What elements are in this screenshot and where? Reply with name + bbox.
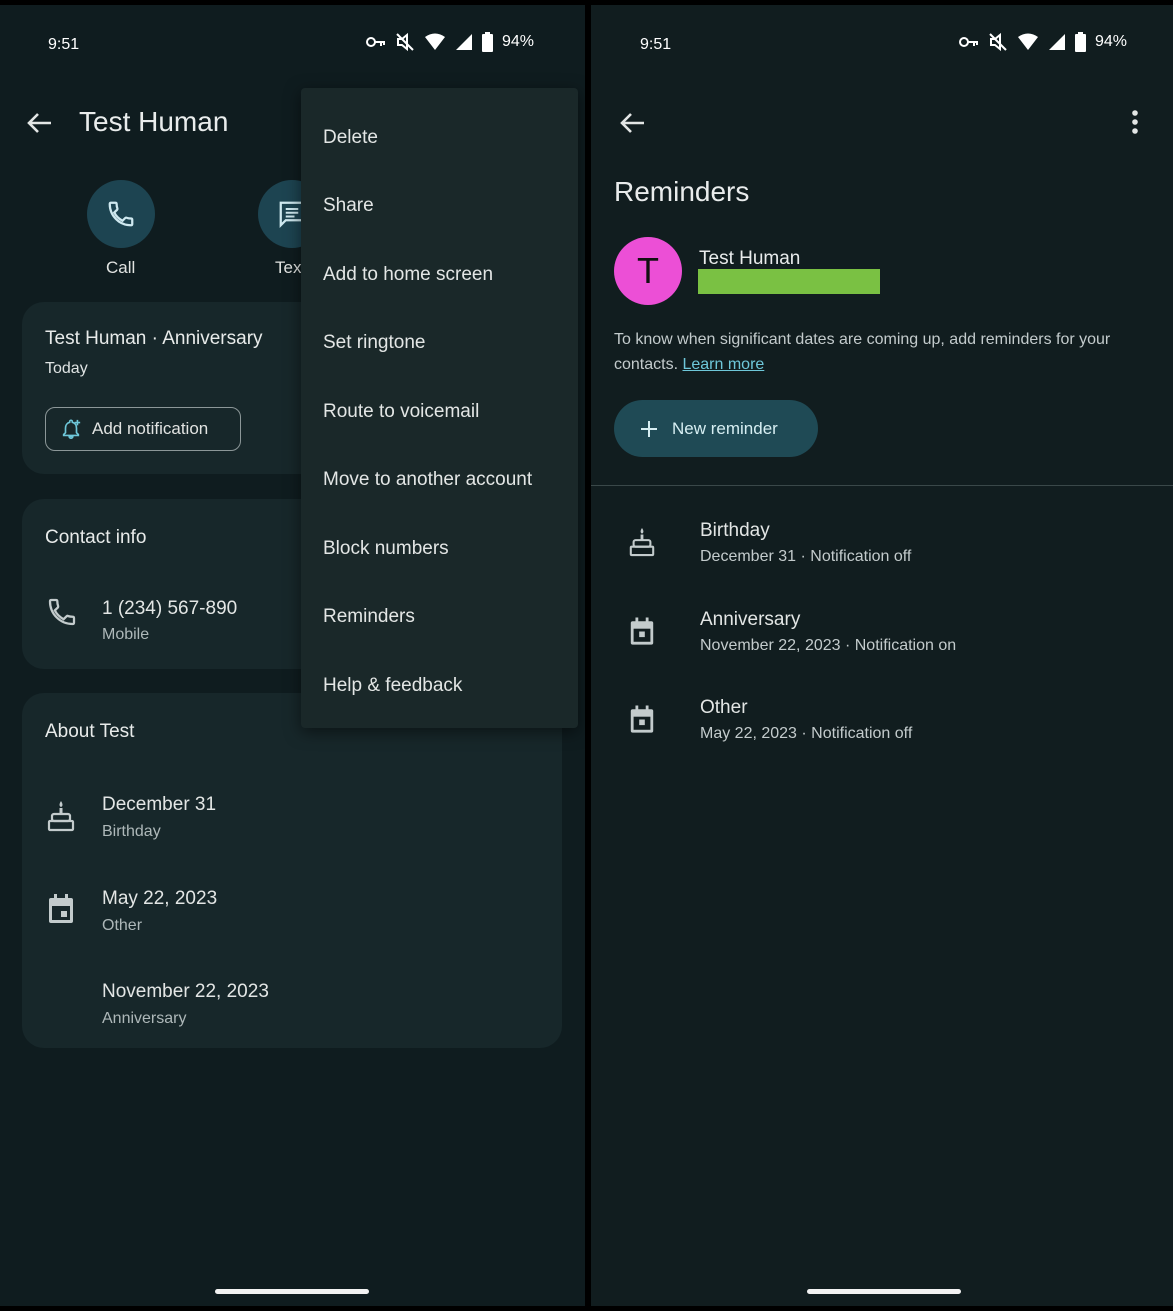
battery-icon: [482, 32, 493, 52]
mute-icon: [989, 32, 1007, 52]
signal-icon: [456, 34, 472, 50]
overflow-menu: Delete Share Add to home screen Set ring…: [301, 88, 578, 728]
divider: [591, 485, 1173, 486]
menu-item-share[interactable]: Share: [323, 195, 374, 217]
reminder-title[interactable]: Birthday: [700, 520, 770, 542]
menu-item-delete[interactable]: Delete: [323, 127, 378, 149]
home-indicator[interactable]: [807, 1289, 961, 1294]
phone-icon: [46, 596, 78, 628]
home-indicator[interactable]: [215, 1289, 369, 1294]
battery-percent: 94%: [502, 33, 535, 50]
phone-type: Mobile: [102, 626, 150, 643]
menu-item-set-ringtone[interactable]: Set ringtone: [323, 332, 425, 354]
about-row-date: November 22, 2023: [102, 981, 269, 1002]
contact-name: Test Human: [699, 248, 801, 269]
avatar: T: [614, 237, 682, 305]
reminder-title[interactable]: Other: [700, 697, 748, 719]
battery-percent: 94%: [1095, 33, 1128, 50]
new-reminder-button[interactable]: New reminder: [614, 400, 818, 457]
back-arrow-icon[interactable]: [25, 109, 53, 137]
contact-name-title: Test Human: [79, 106, 229, 137]
more-vert-icon[interactable]: [1131, 109, 1139, 135]
status-icons: 94%: [366, 31, 534, 53]
wifi-icon: [1018, 33, 1038, 50]
about-row-date: May 22, 2023: [102, 888, 218, 909]
status-icons: 94%: [959, 31, 1127, 53]
call-label: Call: [106, 258, 136, 277]
reminder-subtitle: November 22, 2023 · Notification on: [700, 637, 957, 654]
menu-item-block-numbers[interactable]: Block numbers: [323, 538, 449, 560]
phone-icon: [108, 201, 134, 227]
status-time: 9:51: [640, 36, 672, 53]
event-date: Today: [45, 360, 88, 377]
add-notification-button[interactable]: Add notification: [45, 407, 241, 451]
back-arrow-icon[interactable]: [618, 109, 646, 137]
about-row-type: Other: [102, 917, 143, 934]
about-card: About Test December 31 Birthday May 22, …: [22, 693, 562, 1048]
plus-icon: [641, 420, 657, 437]
page-title: Reminders: [614, 176, 750, 207]
reminder-subtitle: May 22, 2023 · Notification off: [700, 725, 913, 742]
cake-icon: [46, 799, 76, 833]
event-icon: [46, 893, 76, 925]
about-row-date: December 31: [102, 794, 217, 815]
reminder-title[interactable]: Anniversary: [700, 609, 800, 631]
wifi-icon: [425, 33, 445, 50]
info-text: To know when significant dates are comin…: [614, 327, 1159, 377]
avatar-initial: T: [637, 250, 659, 291]
menu-item-add-to-home-screen[interactable]: Add to home screen: [323, 264, 493, 286]
redaction-bar: [698, 269, 880, 294]
event-icon: [628, 704, 656, 735]
battery-icon: [1075, 32, 1086, 52]
call-circle[interactable]: [87, 180, 155, 248]
event-icon: [628, 616, 656, 647]
about-row-type: Anniversary: [102, 1010, 187, 1027]
about-title: About Test: [45, 721, 135, 742]
reminders-screen: 9:51 94% Reminders T Test Human To know …: [591, 5, 1173, 1306]
signal-icon: [1049, 34, 1065, 50]
reminder-subtitle: December 31 · Notification off: [700, 548, 912, 565]
vpn-key-icon: [366, 37, 385, 47]
menu-item-move-account[interactable]: Move to another account: [323, 469, 532, 491]
cake-icon: [628, 526, 656, 558]
event-title: Test Human · Anniversary: [45, 328, 263, 349]
menu-item-route-to-voicemail[interactable]: Route to voicemail: [323, 401, 479, 423]
menu-item-reminders[interactable]: Reminders: [323, 606, 415, 628]
menu-item-help-feedback[interactable]: Help & feedback: [323, 675, 462, 697]
new-reminder-label: New reminder: [672, 418, 778, 438]
contact-screen: 9:51 94% Test Human Call Tex Test Human …: [0, 5, 585, 1306]
add-alert-icon: [62, 419, 81, 439]
text-label: Tex: [275, 258, 302, 277]
add-notification-label: Add notification: [92, 419, 209, 438]
contact-info-title: Contact info: [45, 527, 147, 548]
about-row-type: Birthday: [102, 823, 161, 840]
phone-number[interactable]: 1 (234) 567-890: [102, 598, 237, 620]
vpn-key-icon: [959, 37, 978, 47]
call-button[interactable]: [87, 180, 155, 248]
mute-icon: [396, 32, 414, 52]
learn-more-link[interactable]: Learn more: [682, 356, 764, 373]
status-time: 9:51: [48, 36, 80, 53]
